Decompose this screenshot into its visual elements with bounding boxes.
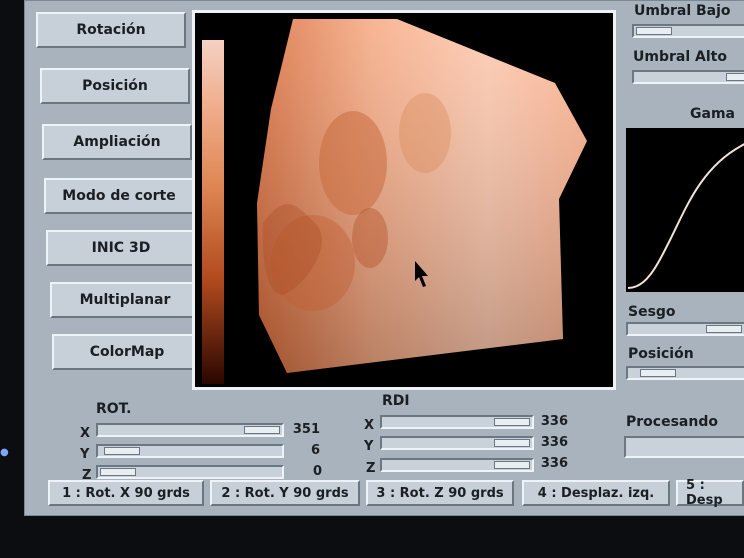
rdi-z-label: Z: [366, 461, 376, 476]
processing-field: [624, 436, 744, 458]
rdi-x-label: X: [364, 418, 375, 433]
rot-title: ROT.: [96, 401, 132, 417]
3d-volume-render: [257, 19, 587, 373]
rot-x-value: 351: [292, 422, 320, 437]
rdi-z-thumb[interactable]: [494, 461, 530, 469]
rot-y-slider[interactable]: [96, 444, 284, 458]
rot-x-slider[interactable]: [96, 423, 284, 437]
rdi-y-label: Y: [364, 439, 374, 454]
colorbar: [202, 40, 224, 384]
rot-z-value: 0: [312, 464, 322, 479]
sesgo-slider[interactable]: [626, 322, 744, 336]
umbral-alto-slider[interactable]: [632, 70, 744, 84]
rdi-x-slider[interactable]: [380, 415, 534, 429]
rdi-z-slider[interactable]: [380, 458, 534, 472]
rdi-title: RDI: [382, 393, 410, 409]
tab-desplaz-partial[interactable]: 5 : Desp: [676, 478, 744, 508]
position-right-slider[interactable]: [626, 366, 744, 380]
umbral-bajo-thumb[interactable]: [636, 27, 672, 35]
umbral-bajo-slider[interactable]: [632, 24, 744, 38]
zoom-button[interactable]: Ampliación: [42, 124, 192, 160]
rot-z-thumb[interactable]: [100, 468, 136, 476]
rot-y-value: 6: [310, 443, 320, 458]
rdi-z-value: 336: [540, 456, 568, 471]
multiplanar-button[interactable]: Multiplanar: [50, 282, 200, 318]
rot-z-slider[interactable]: [96, 465, 284, 479]
umbral-alto-thumb[interactable]: [726, 73, 744, 81]
edge-indicator-icon: ●: [0, 447, 9, 458]
tab-rot-x-90[interactable]: 1 : Rot. X 90 grds: [48, 480, 204, 506]
gamma-curve-panel: [626, 128, 744, 292]
rdi-y-value: 336: [540, 435, 568, 450]
rdi-y-slider[interactable]: [380, 436, 534, 450]
gama-label: Gama: [690, 106, 735, 122]
sesgo-label: Sesgo: [628, 304, 676, 320]
sesgo-thumb[interactable]: [706, 325, 742, 333]
tab-rot-y-90[interactable]: 2 : Rot. Y 90 grds: [210, 480, 360, 506]
cut-mode-button[interactable]: Modo de corte: [44, 178, 194, 214]
colormap-button[interactable]: ColorMap: [52, 334, 202, 370]
init-3d-button[interactable]: INIC 3D: [46, 230, 196, 266]
umbral-bajo-label: Umbral Bajo: [634, 3, 731, 19]
gamma-curve: [627, 143, 744, 289]
rot-y-label: Y: [80, 447, 90, 462]
rdi-x-thumb[interactable]: [494, 418, 530, 426]
tab-desplaz-izq[interactable]: 4 : Desplaz. izq.: [522, 480, 670, 506]
processing-label: Procesando: [626, 414, 718, 430]
position-button[interactable]: Posición: [40, 68, 190, 104]
volume-viewport[interactable]: [192, 10, 616, 390]
rdi-y-thumb[interactable]: [494, 439, 530, 447]
rot-x-thumb[interactable]: [244, 426, 280, 434]
umbral-alto-label: Umbral Alto: [633, 49, 727, 65]
rot-y-thumb[interactable]: [104, 447, 140, 455]
position-right-thumb[interactable]: [640, 369, 676, 377]
position-right-label: Posición: [628, 346, 694, 362]
rot-x-label: X: [80, 426, 91, 441]
rotation-button[interactable]: Rotación: [36, 12, 186, 48]
rdi-x-value: 336: [540, 414, 568, 429]
tab-rot-z-90[interactable]: 3 : Rot. Z 90 grds: [366, 480, 514, 506]
